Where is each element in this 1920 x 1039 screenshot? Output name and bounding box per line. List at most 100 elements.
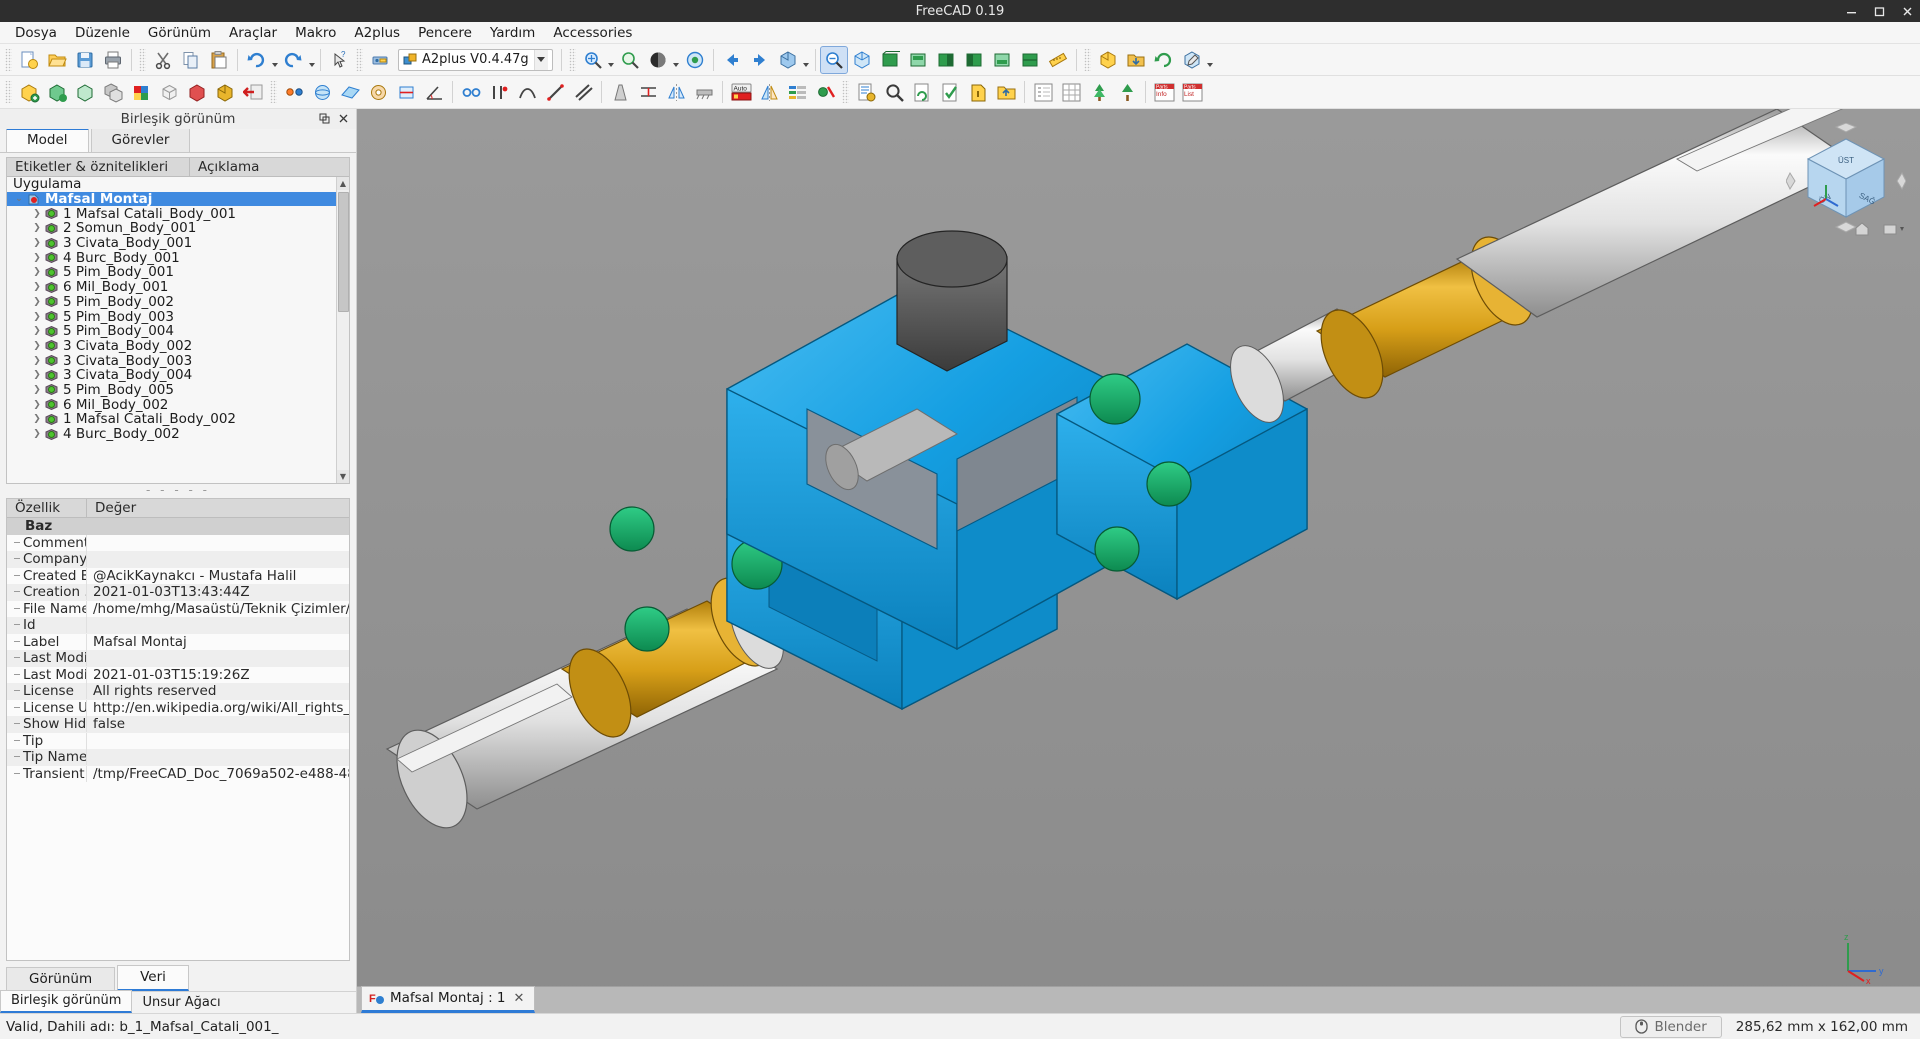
undock-icon[interactable] xyxy=(318,112,331,125)
property-row[interactable]: Created By@AcikKaynakcı - Mustafa Halil xyxy=(7,567,349,585)
minimize-icon[interactable] xyxy=(1844,4,1858,18)
tree-item[interactable]: ❯ 1 Mafsal Catali_Body_002 xyxy=(7,411,349,427)
tree-item[interactable]: ❯ 2 Somun_Body_001 xyxy=(7,220,349,236)
constraint-circle-button[interactable] xyxy=(364,78,392,106)
navigation-style-button[interactable]: Blender xyxy=(1620,1015,1722,1038)
a2p-restore-button[interactable] xyxy=(239,78,267,106)
tree-green-2-button[interactable] xyxy=(1113,78,1141,106)
left-view-button[interactable] xyxy=(1016,46,1044,74)
chevron-right-icon[interactable]: ❯ xyxy=(29,356,45,366)
chevron-right-icon[interactable]: ❯ xyxy=(29,326,45,336)
toolbar-grip[interactable] xyxy=(5,48,12,71)
solve-auto-button[interactable]: Auto xyxy=(727,78,755,106)
chevron-right-icon[interactable]: ❯ xyxy=(29,223,45,233)
workbench-selector[interactable]: A2plus V0.4.47g xyxy=(398,48,553,71)
fit-selection-button[interactable] xyxy=(616,46,644,74)
a2p-edit-dropdown-icon[interactable] xyxy=(1206,46,1215,74)
property-group-row[interactable]: Baz xyxy=(7,518,349,535)
tree-item[interactable]: ❯ 6 Mil_Body_001 xyxy=(7,279,349,295)
3d-viewport[interactable]: ÜST ÖN SAĞ z y x xyxy=(357,109,1920,1013)
constraint-parallel-button[interactable] xyxy=(457,78,485,106)
a2p-edit-part-button[interactable] xyxy=(1178,46,1206,74)
grid-view-button[interactable] xyxy=(1057,78,1085,106)
a2p-add-part-button[interactable] xyxy=(15,78,43,106)
property-row[interactable]: Label Mafsal Montaj xyxy=(7,633,349,651)
save-document-button[interactable] xyxy=(71,46,99,74)
property-row[interactable]: Transient .../tmp/FreeCAD_Doc_7069a502-e… xyxy=(7,765,349,783)
constraint-symmetry-button[interactable] xyxy=(662,78,690,106)
parts-info-button[interactable]: Parts Info xyxy=(1150,78,1178,106)
tree-item[interactable]: ❯ 5 Pim_Body_005 xyxy=(7,382,349,398)
toolbar-grip[interactable] xyxy=(139,48,146,71)
tree-item[interactable]: ❯ 3 Civata_Body_004 xyxy=(7,367,349,383)
toolbar-grip[interactable] xyxy=(1083,48,1091,71)
chevron-right-icon[interactable]: ❯ xyxy=(29,400,45,410)
a2p-import-part-button[interactable] xyxy=(1122,46,1150,74)
copy-button[interactable] xyxy=(177,46,205,74)
fit-dropdown-icon[interactable] xyxy=(607,46,616,74)
a2p-part-properties-button[interactable] xyxy=(127,78,155,106)
constraint-two-lines-button[interactable] xyxy=(569,78,597,106)
tree-item[interactable]: ❯ 5 Pim_Body_003 xyxy=(7,309,349,325)
rear-view-button[interactable] xyxy=(960,46,988,74)
tree-root-item[interactable]: Uygulama xyxy=(7,176,349,192)
tree-item[interactable]: ❯ 3 Civata_Body_002 xyxy=(7,338,349,354)
property-value[interactable]: /home/mhg/Masaüstü/Teknik Çizimler/Egzer… xyxy=(87,601,349,617)
constraint-axis-button[interactable] xyxy=(392,78,420,106)
a2p-create-part-button[interactable] xyxy=(1094,46,1122,74)
bom-refresh-button[interactable] xyxy=(908,78,936,106)
tree-item[interactable]: ❯ 5 Pim_Body_001 xyxy=(7,264,349,280)
tree-view-button[interactable] xyxy=(1029,78,1057,106)
dock-tab-feature-tree[interactable]: Unsur Ağacı xyxy=(132,993,230,1013)
tree-item[interactable]: ❯ 1 Mafsal Catali_Body_001 xyxy=(7,206,349,222)
print-button[interactable] xyxy=(99,46,127,74)
redo-dropdown-icon[interactable] xyxy=(307,46,316,74)
menu-duzenle[interactable]: Düzenle xyxy=(66,23,139,43)
menu-araclar[interactable]: Araçlar xyxy=(220,23,286,43)
list-constraints-button[interactable] xyxy=(783,78,811,106)
tree-item[interactable]: ❯ 4 Burc_Body_002 xyxy=(7,426,349,442)
toolbar-grip[interactable] xyxy=(5,81,12,103)
tree-item[interactable]: ❯ 4 Burc_Body_001 xyxy=(7,250,349,266)
draw-style-button[interactable] xyxy=(644,46,672,74)
delete-constraint-button[interactable] xyxy=(811,78,839,106)
a2p-update-part-button[interactable] xyxy=(1150,46,1178,74)
maximize-icon[interactable] xyxy=(1872,4,1886,18)
chevron-right-icon[interactable]: ❯ xyxy=(29,297,45,307)
property-value[interactable]: 2021-01-03T13:43:44Z xyxy=(87,584,349,600)
chevron-right-icon[interactable]: ❯ xyxy=(29,341,45,351)
constraint-sphere-button[interactable] xyxy=(308,78,336,106)
document-tab[interactable]: F Mafsal Montaj : 1 ✕ xyxy=(361,986,536,1013)
redo-button[interactable] xyxy=(279,46,307,74)
property-row[interactable]: License All rights reserved xyxy=(7,683,349,700)
bom-create-button[interactable] xyxy=(852,78,880,106)
scroll-up-icon[interactable]: ▲ xyxy=(337,177,349,190)
constraint-angle-button[interactable] xyxy=(420,78,448,106)
chevron-right-icon[interactable]: ❯ xyxy=(29,370,45,380)
dock-tab-combo-view[interactable]: Birleşik görünüm xyxy=(0,990,133,1013)
new-document-button[interactable] xyxy=(15,46,43,74)
a2p-duplicate-part-button[interactable] xyxy=(99,78,127,106)
property-row[interactable]: Id xyxy=(7,617,349,634)
front-view-button[interactable] xyxy=(876,46,904,74)
chevron-right-icon[interactable]: ❯ xyxy=(29,429,45,439)
universal-joint-model[interactable] xyxy=(357,109,1920,1013)
property-row[interactable]: Show Hid...false xyxy=(7,716,349,733)
toolbar-grip[interactable] xyxy=(568,48,576,71)
nav-forward-button[interactable] xyxy=(746,46,774,74)
navcube-toolbar[interactable] xyxy=(1850,221,1906,239)
constraint-fix-button[interactable] xyxy=(690,78,718,106)
a2p-box-button[interactable] xyxy=(155,78,183,106)
menu-a2plus[interactable]: A2plus xyxy=(345,23,409,43)
open-document-button[interactable] xyxy=(43,46,71,74)
constraint-plane-button[interactable] xyxy=(336,78,364,106)
property-row[interactable]: Creation ...2021-01-03T13:43:44Z xyxy=(7,584,349,601)
constraint-tangent-button[interactable] xyxy=(513,78,541,106)
property-row[interactable]: Comment xyxy=(7,534,349,552)
measure-button[interactable] xyxy=(1044,46,1072,74)
close-icon[interactable] xyxy=(337,112,350,125)
property-value[interactable]: false xyxy=(87,716,349,732)
chevron-right-icon[interactable]: ❯ xyxy=(29,253,45,263)
property-value[interactable]: All rights reserved xyxy=(87,683,349,699)
property-row[interactable]: File Name/home/mhg/Masaüstü/Teknik Çizim… xyxy=(7,600,349,618)
